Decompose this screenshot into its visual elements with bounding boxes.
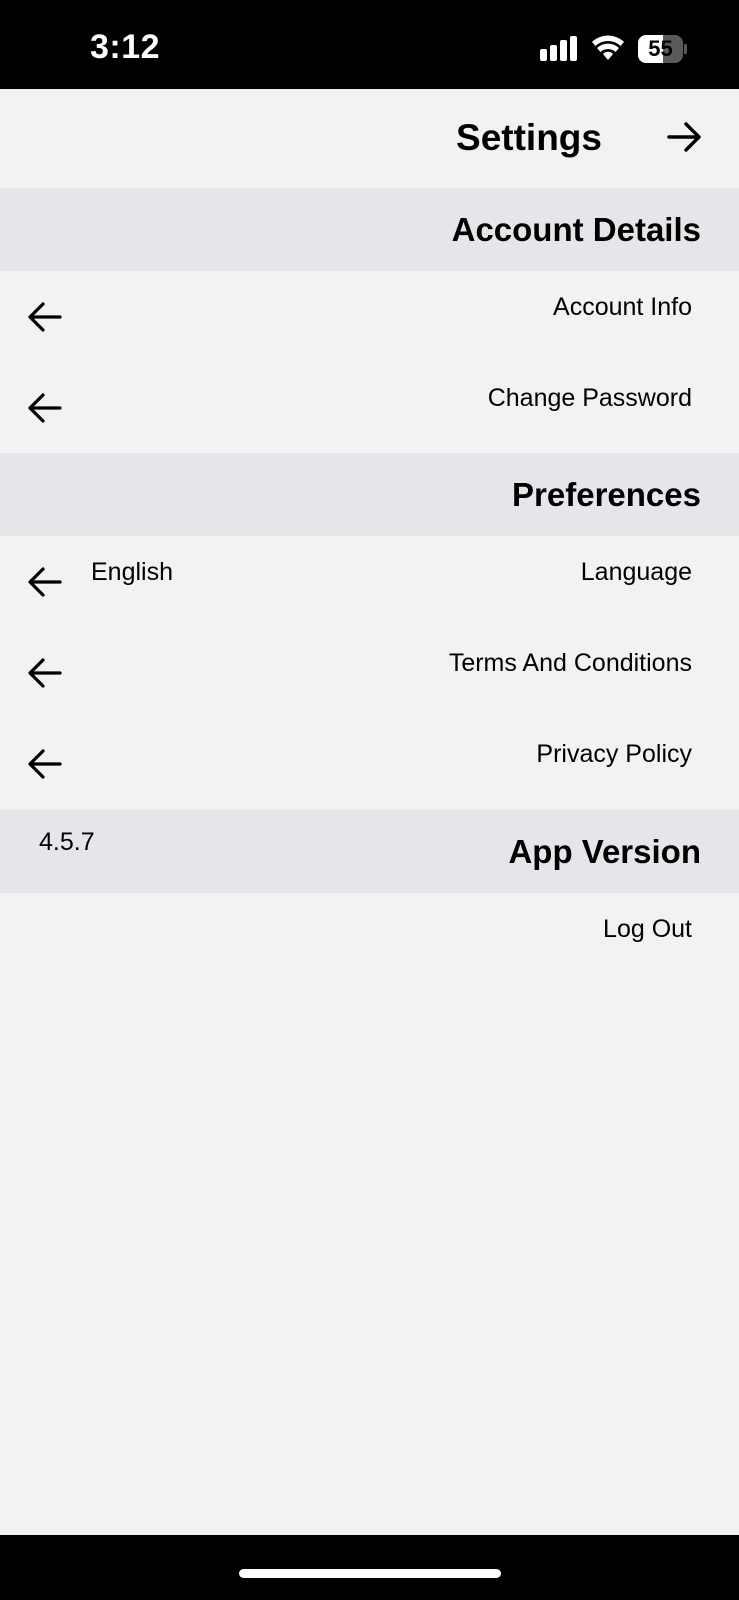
list-item-label: Change Password	[487, 384, 692, 412]
section-title: Preferences	[512, 476, 701, 513]
nav-header: Settings	[0, 89, 739, 188]
language-value: English	[91, 558, 173, 586]
logout-label: Log Out	[603, 915, 692, 943]
section-header-account-details: Account Details	[0, 188, 739, 271]
arrow-right-icon[interactable]	[664, 117, 704, 157]
section-title: Account Details	[451, 211, 701, 248]
list-item-language[interactable]: English Language	[0, 536, 739, 627]
arrow-left-icon	[28, 393, 62, 423]
status-time: 3:12	[90, 28, 161, 66]
section-header-app-version: 4.5.7 App Version	[0, 810, 739, 893]
arrow-left-icon	[28, 749, 62, 779]
list-item-privacy-policy[interactable]: Privacy Policy	[0, 718, 739, 809]
section-title: App Version	[508, 833, 701, 870]
list-item-label: Privacy Policy	[536, 740, 692, 768]
wifi-icon	[592, 35, 624, 60]
cellular-signal-icon	[540, 36, 577, 61]
battery-icon: 55	[638, 35, 687, 63]
section-header-preferences: Preferences	[0, 453, 739, 536]
battery-level: 55	[648, 36, 673, 61]
list-item-terms-and-conditions[interactable]: Terms And Conditions	[0, 627, 739, 718]
page-title: Settings	[456, 117, 602, 158]
status-bar: 3:12 55	[0, 0, 739, 89]
home-indicator[interactable]	[239, 1569, 501, 1578]
list-item-label: Terms And Conditions	[448, 649, 692, 677]
app-version-value: 4.5.7	[39, 828, 95, 856]
home-bar-area	[0, 1535, 739, 1600]
list-item-change-password[interactable]: Change Password	[0, 362, 739, 453]
arrow-left-icon	[28, 567, 62, 597]
list-item-label: Language	[580, 558, 692, 586]
list-item-label: Account Info	[553, 293, 692, 321]
arrow-left-icon	[28, 302, 62, 332]
logout-button[interactable]: Log Out	[0, 893, 739, 984]
arrow-left-icon	[28, 658, 62, 688]
list-item-account-info[interactable]: Account Info	[0, 271, 739, 362]
